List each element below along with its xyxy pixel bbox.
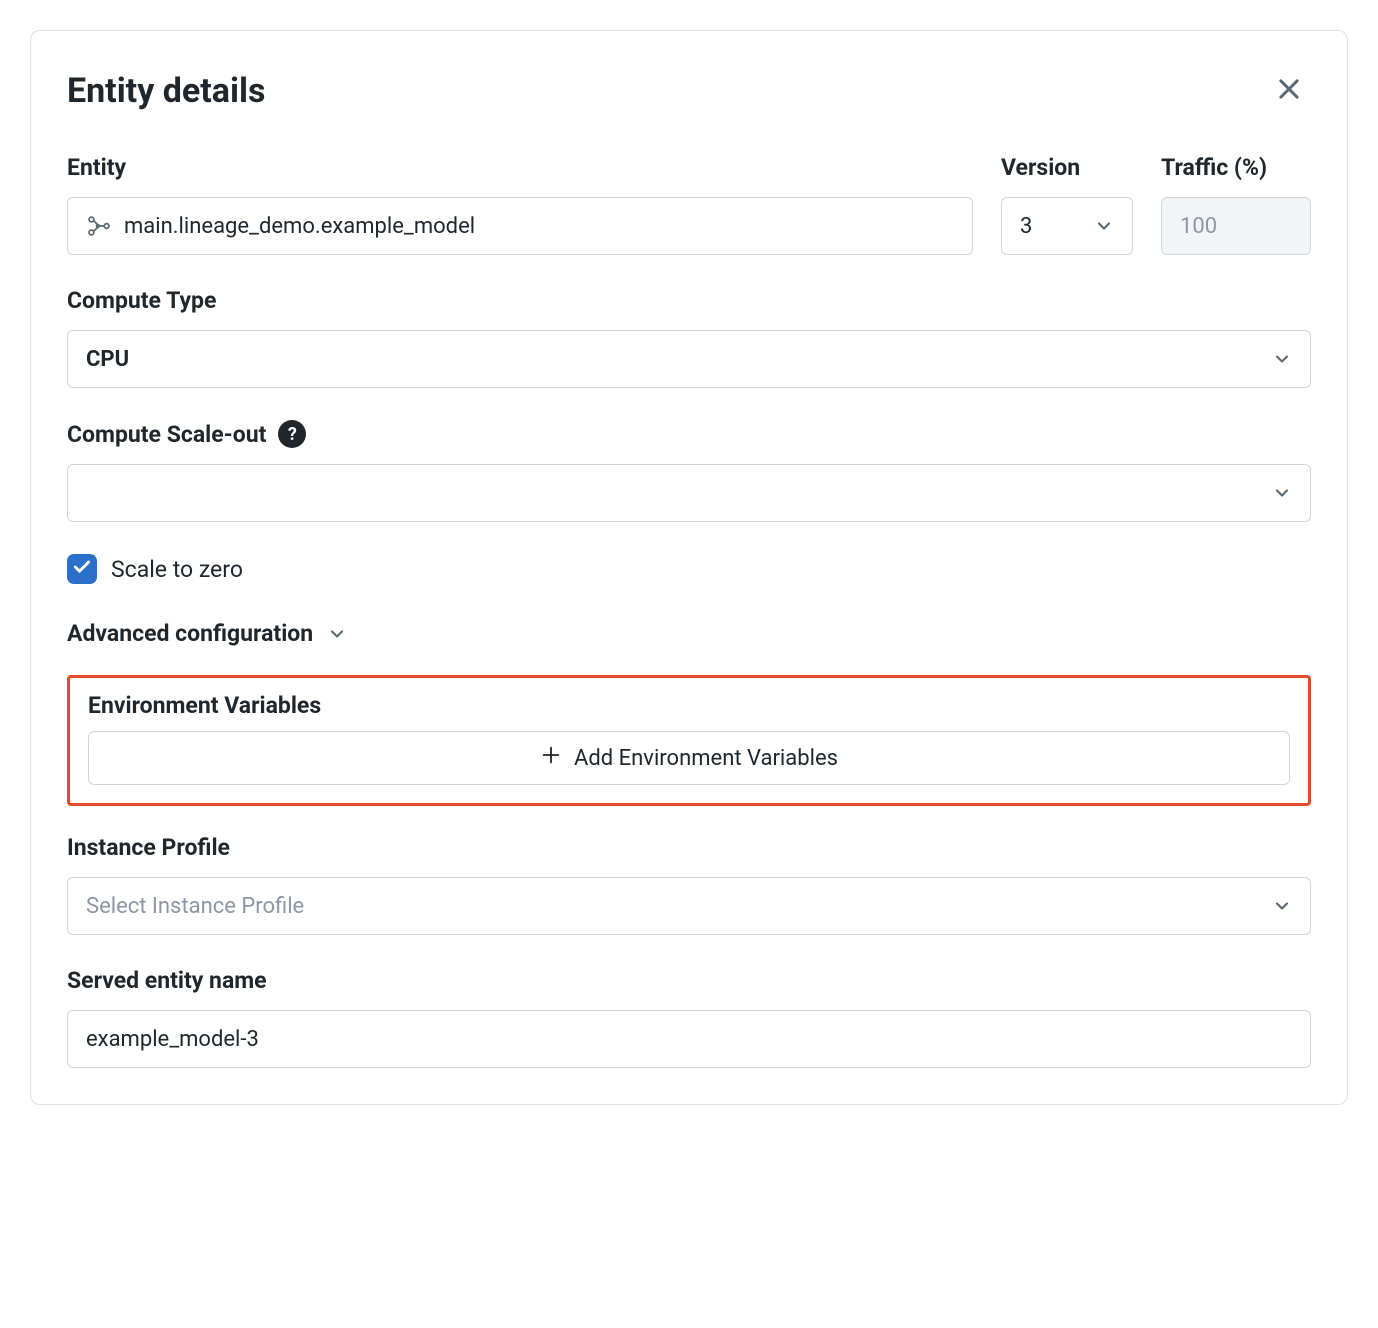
- chevron-down-icon: [1272, 349, 1292, 369]
- panel-title: Entity details: [67, 71, 265, 111]
- served-entity-name-label: Served entity name: [67, 967, 1311, 994]
- entity-input-wrap[interactable]: [67, 197, 973, 255]
- close-button[interactable]: [1267, 67, 1311, 114]
- chevron-down-icon: [1094, 216, 1114, 236]
- plus-icon: [540, 744, 562, 772]
- served-entity-name-input-wrap[interactable]: [67, 1010, 1311, 1068]
- compute-type-label: Compute Type: [67, 287, 1311, 314]
- version-field: Version 3: [1001, 154, 1133, 255]
- chevron-down-icon: [327, 624, 347, 644]
- compute-scaleout-label: Compute Scale-out ?: [67, 420, 1311, 448]
- env-vars-label: Environment Variables: [88, 692, 1290, 719]
- entity-version-traffic-row: Entity Version: [67, 154, 1311, 255]
- entity-field: Entity: [67, 154, 973, 255]
- served-entity-name-input[interactable]: [86, 1027, 1292, 1052]
- traffic-label: Traffic (%): [1161, 154, 1311, 181]
- entity-input[interactable]: [124, 214, 954, 239]
- scale-to-zero-row: Scale to zero: [67, 554, 1311, 584]
- compute-scaleout-section: Compute Scale-out ?: [67, 420, 1311, 522]
- traffic-input-wrap: [1161, 197, 1311, 255]
- compute-type-value: CPU: [86, 347, 129, 372]
- served-entity-name-section: Served entity name: [67, 967, 1311, 1068]
- add-env-vars-button[interactable]: Add Environment Variables: [88, 731, 1290, 785]
- version-value: 3: [1020, 214, 1032, 239]
- traffic-field: Traffic (%): [1161, 154, 1311, 255]
- help-icon[interactable]: ?: [278, 420, 306, 448]
- entity-details-card: Entity details Entity: [30, 30, 1348, 1105]
- scale-to-zero-checkbox[interactable]: [67, 554, 97, 584]
- instance-profile-section: Instance Profile Select Instance Profile: [67, 834, 1311, 935]
- compute-scaleout-select[interactable]: [67, 464, 1311, 522]
- add-env-vars-label: Add Environment Variables: [574, 746, 838, 771]
- chevron-down-icon: [1272, 896, 1292, 916]
- compute-type-section: Compute Type CPU: [67, 287, 1311, 388]
- model-graph-icon: [86, 213, 112, 239]
- environment-variables-highlight: Environment Variables Add Environment Va…: [67, 675, 1311, 806]
- instance-profile-placeholder: Select Instance Profile: [86, 894, 304, 919]
- version-select[interactable]: 3: [1001, 197, 1133, 255]
- check-icon: [72, 557, 92, 581]
- close-icon: [1275, 75, 1303, 106]
- chevron-down-icon: [1272, 483, 1292, 503]
- version-label: Version: [1001, 154, 1133, 181]
- scale-to-zero-label: Scale to zero: [111, 556, 243, 583]
- instance-profile-select[interactable]: Select Instance Profile: [67, 877, 1311, 935]
- traffic-input: [1180, 214, 1292, 239]
- entity-label: Entity: [67, 154, 973, 181]
- compute-type-select[interactable]: CPU: [67, 330, 1311, 388]
- instance-profile-label: Instance Profile: [67, 834, 1311, 861]
- header-row: Entity details: [67, 67, 1311, 114]
- advanced-config-label: Advanced configuration: [67, 620, 313, 647]
- compute-scaleout-label-text: Compute Scale-out: [67, 421, 266, 448]
- advanced-config-expander[interactable]: Advanced configuration: [67, 620, 1311, 647]
